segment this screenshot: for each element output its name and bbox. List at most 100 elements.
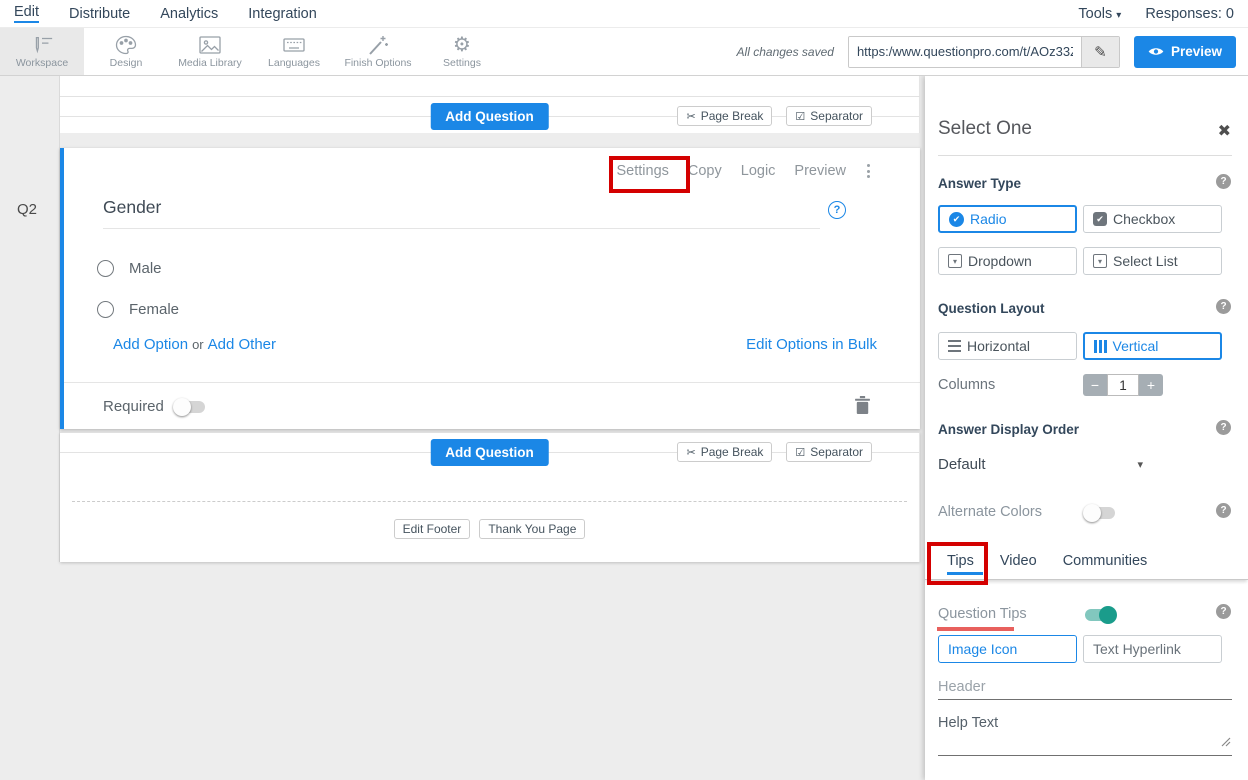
required-label: Required [103,398,164,415]
toolbar-tab-label: Finish Options [344,57,411,69]
alternate-colors-toggle[interactable] [1085,507,1115,519]
decrement-button[interactable]: − [1083,374,1107,396]
footer-buttons: Edit Footer Thank You Page [60,519,919,539]
toolbar-tab-design[interactable]: Design [84,28,168,75]
page-break-button[interactable]: ✂Page Break [677,106,772,126]
toolbar-tab-media-library[interactable]: Media Library [168,28,252,75]
finish-options-wand-icon [367,35,389,55]
help-icon[interactable]: ? [1216,604,1231,619]
question-preview-button[interactable]: Preview [794,163,846,179]
help-icon[interactable]: ? [1216,503,1231,518]
question-copy-button[interactable]: Copy [688,163,722,179]
question-tips-label: Question Tips [938,606,1027,622]
separator-button[interactable]: ☑Separator [786,442,872,462]
toolbar-tab-languages[interactable]: Languages [252,28,336,75]
question-title[interactable]: Gender [103,197,161,218]
nav-distribute[interactable]: Distribute [69,6,130,22]
layout-vertical-button[interactable]: Vertical [1083,332,1222,360]
answer-type-option-label: Select List [1113,253,1178,269]
preview-button[interactable]: Preview [1134,36,1236,68]
layout-horizontal-button[interactable]: Horizontal [938,332,1077,360]
text-hyperlink-button[interactable]: Text Hyperlink [1083,635,1222,663]
question-number: Q2 [17,201,37,218]
option-label[interactable]: Male [129,260,162,277]
responses-count[interactable]: Responses: 0 [1145,6,1234,22]
nav-integration[interactable]: Integration [248,6,317,22]
tab-tips[interactable]: Tips [947,553,974,569]
nav-edit[interactable]: Edit [14,4,39,23]
toolbar-tab-workspace[interactable]: Workspace [0,28,84,75]
tools-label: Tools [1078,6,1112,22]
close-icon[interactable]: ✖ [1218,121,1231,141]
toolbar-tab-finish-options[interactable]: Finish Options [336,28,420,75]
add-question-button[interactable]: Add Question [430,439,549,466]
survey-url-box: ✎ [848,36,1120,68]
question-settings-button[interactable]: Settings [616,163,668,179]
dropdown-caret-icon: ▾ [948,254,962,268]
active-tab-underline [947,572,983,575]
add-question-button[interactable]: Add Question [430,103,549,130]
question-layout-label: Question Layout [938,301,1045,316]
answer-type-radio-button[interactable]: ✔Radio [938,205,1077,233]
answer-type-option-label: Checkbox [1113,211,1175,227]
answer-display-order-label: Answer Display Order [938,422,1079,437]
toolbar-tab-label: Media Library [178,57,242,69]
question-logic-button[interactable]: Logic [741,163,776,179]
panel-title: Select One [938,118,1032,140]
answer-type-dropdown-button[interactable]: ▾Dropdown [938,247,1077,275]
tab-communities[interactable]: Communities [1063,553,1148,569]
previous-card-bottom [60,76,920,97]
toolbar-tab-label: Languages [268,57,320,69]
dropdown-caret-icon: ▾ [1093,254,1107,268]
help-text-field[interactable] [938,736,1232,756]
separator-label: Separator [810,109,863,123]
header-field[interactable] [938,674,1232,700]
layout-option-label: Horizontal [967,338,1030,354]
survey-url-input[interactable] [849,37,1081,67]
answer-type-checkbox-button[interactable]: ✔Checkbox [1083,205,1222,233]
help-icon[interactable]: ? [1216,174,1231,189]
toolbar-tab-settings[interactable]: ⚙ Settings [420,28,504,75]
image-icon-button[interactable]: Image Icon [938,635,1077,663]
question-title-underline [103,228,820,229]
toolbar-tab-label: Design [110,57,143,69]
more-options-icon[interactable] [865,162,872,180]
question-tips-toggle[interactable] [1085,609,1115,621]
edit-url-button[interactable]: ✎ [1081,37,1119,67]
option-label[interactable]: Female [129,301,179,318]
question-help-icon[interactable]: ? [828,201,846,219]
survey-footer-card: Add Question ✂Page Break ☑Separator Edit… [60,432,920,562]
radio-button[interactable] [97,301,114,318]
increment-button[interactable]: + [1139,374,1163,396]
layout-option-label: Vertical [1113,338,1159,354]
tab-video[interactable]: Video [1000,553,1037,569]
separator-button[interactable]: ☑ Separator [786,106,872,126]
edit-footer-button[interactable]: Edit Footer [394,519,471,539]
help-icon[interactable]: ? [1216,420,1231,435]
resize-handle-icon[interactable] [1221,734,1231,752]
help-icon[interactable]: ? [1216,299,1231,314]
answer-type-select-list-button[interactable]: ▾ Select List [1083,247,1222,275]
radio-check-icon: ✔ [949,212,964,227]
design-palette-icon [115,35,137,55]
toolbar-right: All changes saved ✎ Preview [737,28,1236,75]
display-order-select[interactable]: Default ▾ [938,456,1143,473]
checkbox-checked-icon: ☑ [795,446,805,459]
divider [64,382,920,383]
page-break-button[interactable]: ✂Page Break [677,442,772,462]
tools-menu[interactable]: Tools ▾ [1078,6,1121,22]
required-toggle[interactable] [175,401,205,413]
page-break-label: Page Break [701,445,764,459]
checkbox-checked-icon: ☑ [795,110,805,123]
thank-you-page-button[interactable]: Thank You Page [479,519,585,539]
radio-button[interactable] [97,260,114,277]
add-option-link[interactable]: Add Option [113,336,188,353]
edit-options-in-bulk-link[interactable]: Edit Options in Bulk [746,336,877,353]
delete-question-icon[interactable] [855,396,870,419]
nav-analytics[interactable]: Analytics [160,6,218,22]
eye-icon [1148,46,1164,57]
display-order-value: Default [938,456,986,473]
workspace-icon [30,35,54,55]
add-other-link[interactable]: Add Other [208,336,276,353]
required-row: Required [103,398,205,415]
